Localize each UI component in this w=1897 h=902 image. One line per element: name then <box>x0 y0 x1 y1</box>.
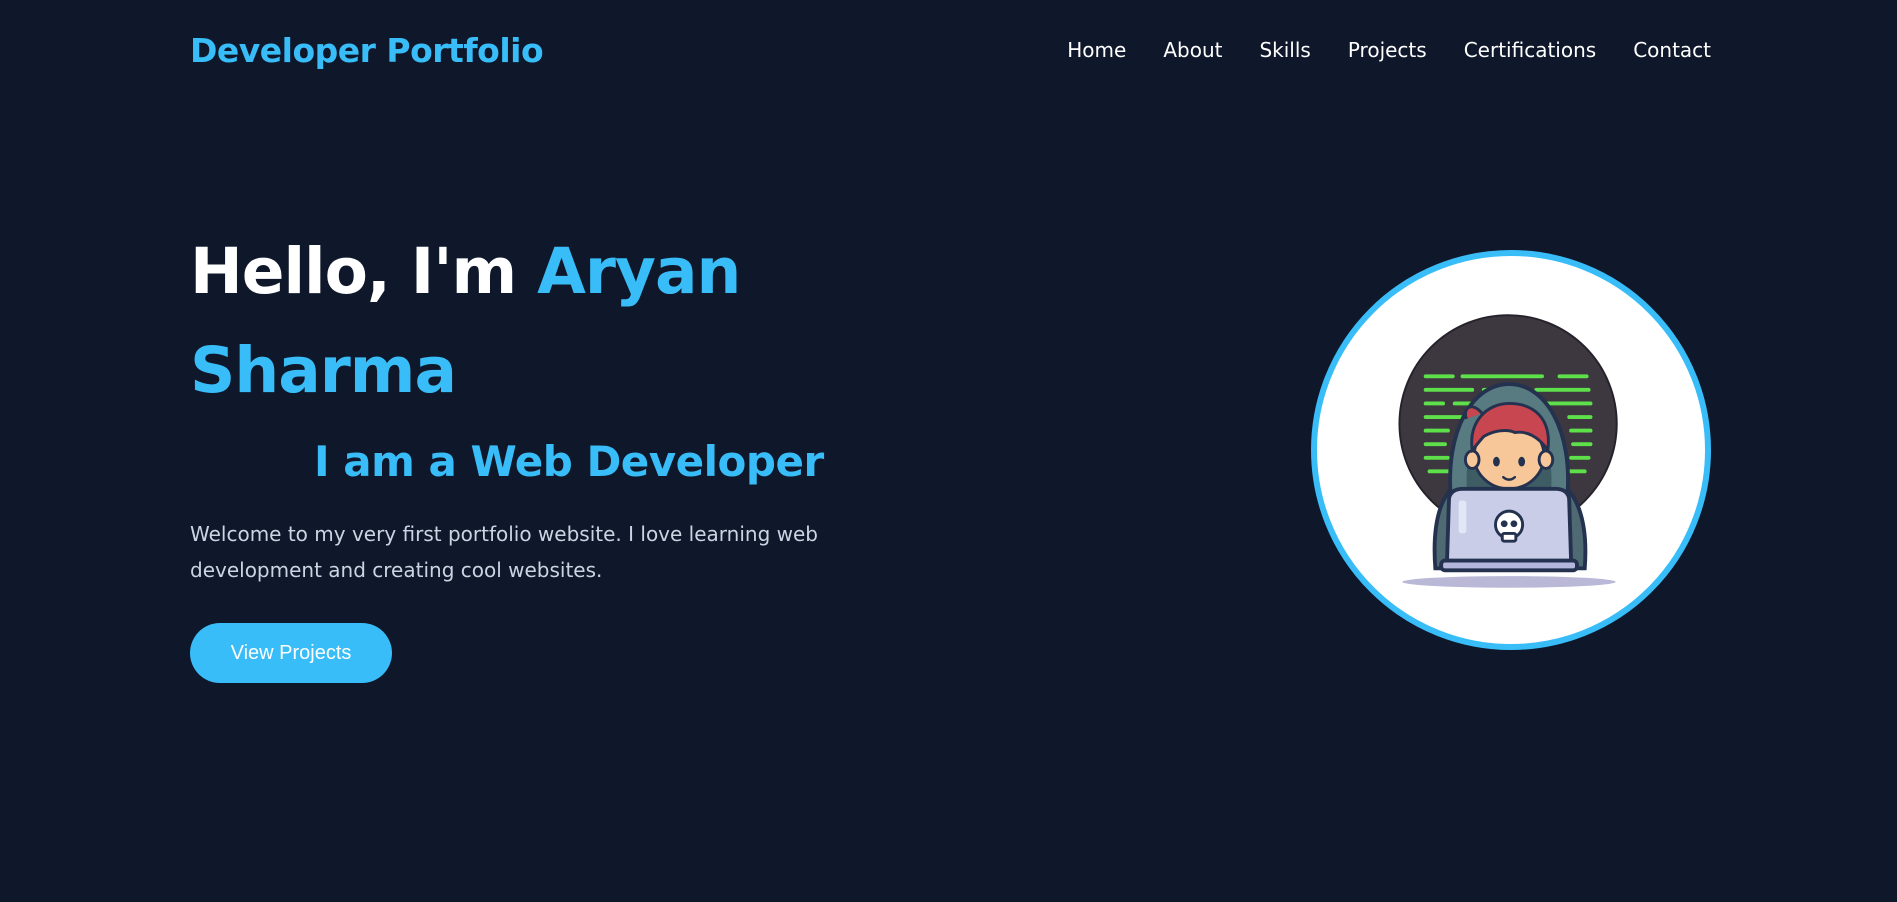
nav-skills[interactable]: Skills <box>1259 38 1310 62</box>
intro-paragraph: Welcome to my very first portfolio websi… <box>190 522 818 582</box>
hooded-coder-icon <box>1398 314 1618 588</box>
hero-greeting: Hello, I'm <box>190 235 538 308</box>
hero-heading: Hello, I'm Aryan Sharma <box>190 222 870 420</box>
nav-home[interactable]: Home <box>1067 38 1126 62</box>
nav-about[interactable]: About <box>1163 38 1222 62</box>
site-logo[interactable]: Developer Portfolio <box>190 31 544 70</box>
view-projects-button[interactable]: View Projects <box>190 623 392 683</box>
nav-projects[interactable]: Projects <box>1348 38 1427 62</box>
nav-contact[interactable]: Contact <box>1633 38 1711 62</box>
hero-section: Hello, I'm Aryan Sharma I am a Web Devel… <box>190 222 870 683</box>
nav-certifications[interactable]: Certifications <box>1464 38 1596 62</box>
main-nav: Home About Skills Projects Certification… <box>1067 38 1711 62</box>
portfolio-page: Developer Portfolio Home About Skills Pr… <box>0 0 1897 902</box>
site-header: Developer Portfolio Home About Skills Pr… <box>190 0 1711 100</box>
profile-avatar <box>1311 250 1711 650</box>
typed-role-text: I am a Web Developer <box>314 437 824 486</box>
